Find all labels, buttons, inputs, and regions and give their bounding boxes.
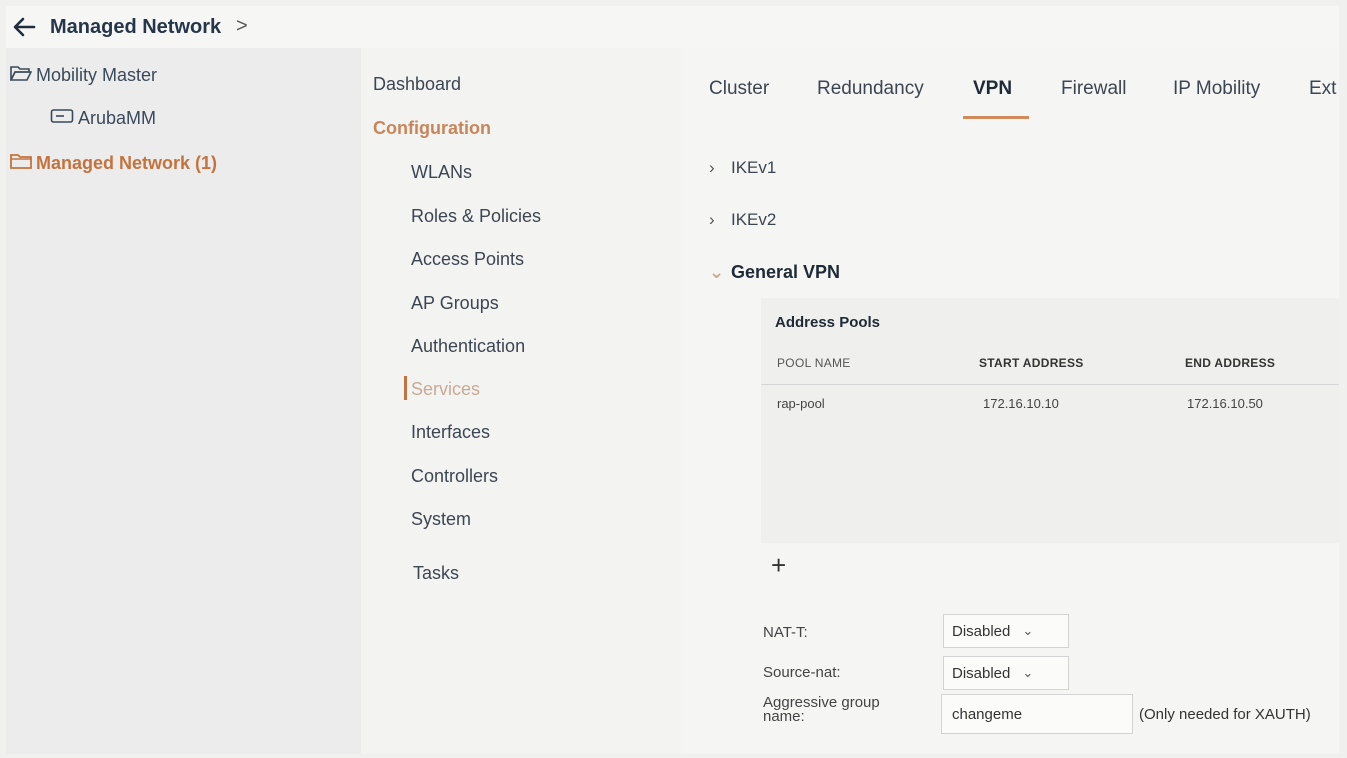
tree-item-mobility-master[interactable]: Mobility Master: [9, 64, 158, 87]
folder-icon: [10, 152, 32, 175]
chevron-down-icon: ⌄: [1022, 623, 1034, 638]
accordion-label: IKEv1: [731, 158, 777, 177]
folder-open-icon: [9, 64, 33, 87]
config-nav: Dashboard Configuration WLANs Roles & Po…: [361, 48, 681, 754]
vpn-content: Cluster Redundancy VPN Firewall IP Mobil…: [681, 48, 1339, 754]
nav-configuration[interactable]: Configuration: [373, 118, 491, 139]
nav-item-services[interactable]: Services: [411, 379, 480, 400]
active-indicator: [404, 376, 407, 400]
accordion-ikev1[interactable]: › IKEv1: [709, 158, 776, 178]
active-tab-underline: [963, 116, 1029, 119]
controller-device-icon: [50, 108, 74, 129]
address-pools-title: Address Pools: [775, 314, 881, 331]
tab-ip-mobility[interactable]: IP Mobility: [1173, 78, 1260, 100]
chevron-right-icon: ›: [709, 158, 715, 177]
nat-t-label: NAT-T:: [763, 624, 808, 641]
nav-dashboard[interactable]: Dashboard: [373, 74, 461, 95]
nav-item-wlans[interactable]: WLANs: [411, 162, 472, 183]
column-header-start-address[interactable]: START ADDRESS: [979, 356, 1084, 370]
source-nat-value: Disabled: [952, 664, 1011, 682]
tree-item-arubamm[interactable]: ArubaMM: [50, 108, 156, 129]
xauth-hint: (Only needed for XAUTH): [1139, 706, 1311, 723]
nav-item-system[interactable]: System: [411, 509, 471, 530]
tab-vpn[interactable]: VPN: [973, 78, 1012, 100]
breadcrumb-bar: Managed Network >: [6, 6, 1339, 48]
column-header-pool-name[interactable]: POOL NAME: [777, 356, 851, 370]
nat-t-select[interactable]: Disabled ⌄: [943, 614, 1069, 648]
nav-item-interfaces[interactable]: Interfaces: [411, 422, 490, 443]
tab-firewall[interactable]: Firewall: [1061, 78, 1126, 100]
breadcrumb[interactable]: Managed Network: [50, 16, 221, 39]
app-frame: Mobility Master ArubaMM Managed Network …: [6, 6, 1339, 754]
nat-t-value: Disabled: [952, 622, 1011, 640]
nav-tasks[interactable]: Tasks: [413, 563, 459, 584]
aggressive-group-label-line2: name:: [763, 708, 805, 725]
aggressive-group-label: Aggressive group name:: [763, 695, 880, 725]
tree-item-label: ArubaMM: [78, 108, 157, 128]
cell-start-address: 172.16.10.10: [983, 396, 1059, 411]
column-header-end-address[interactable]: END ADDRESS: [1185, 356, 1275, 370]
add-pool-button[interactable]: +: [771, 550, 786, 581]
source-nat-label: Source-nat:: [763, 664, 841, 681]
cell-end-address: 172.16.10.50: [1187, 396, 1263, 411]
aggressive-group-name-input[interactable]: [941, 694, 1133, 734]
tree-item-managed-network[interactable]: Managed Network (1): [10, 152, 217, 175]
chevron-down-icon: ⌄: [1022, 665, 1034, 680]
source-nat-select[interactable]: Disabled ⌄: [943, 656, 1069, 690]
cell-pool-name: rap-pool: [777, 396, 825, 411]
tree-item-label: Managed Network (1): [36, 153, 218, 173]
table-header-divider: [761, 384, 1339, 385]
nav-item-controllers[interactable]: Controllers: [411, 466, 498, 487]
nav-item-ap-groups[interactable]: AP Groups: [411, 293, 499, 314]
accordion-label: General VPN: [731, 262, 841, 282]
network-tree-panel: Mobility Master ArubaMM Managed Network …: [6, 6, 361, 754]
tab-cluster[interactable]: Cluster: [709, 78, 769, 100]
chevron-down-icon: ⌄: [709, 262, 725, 282]
nav-item-roles-policies[interactable]: Roles & Policies: [411, 206, 541, 227]
accordion-ikev2[interactable]: › IKEv2: [709, 210, 776, 230]
accordion-general-vpn[interactable]: ⌄ General VPN: [709, 262, 840, 283]
nav-item-access-points[interactable]: Access Points: [411, 249, 524, 270]
tab-ext[interactable]: Ext: [1309, 78, 1336, 100]
tree-item-label: Mobility Master: [36, 65, 158, 85]
arrow-left-icon[interactable]: [12, 16, 36, 42]
accordion-label: IKEv2: [731, 210, 777, 229]
chevron-right-icon: >: [236, 15, 248, 37]
chevron-right-icon: ›: [709, 210, 715, 229]
nav-item-authentication[interactable]: Authentication: [411, 336, 525, 357]
tab-redundancy[interactable]: Redundancy: [817, 78, 924, 100]
address-pools-panel: Address Pools POOL NAME START ADDRESS EN…: [761, 298, 1339, 543]
